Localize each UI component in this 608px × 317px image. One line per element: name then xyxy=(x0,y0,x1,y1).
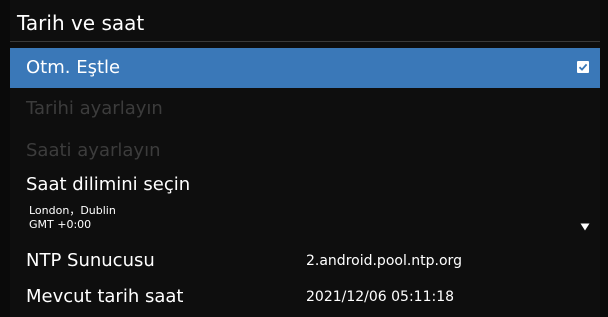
ntp-server-value: 2.android.pool.ntp.org xyxy=(306,253,462,269)
ntp-server-row[interactable]: NTP Sunucusu 2.android.pool.ntp.org xyxy=(10,246,600,276)
dropdown-arrow-icon[interactable] xyxy=(580,216,590,235)
page-title: Tarih ve saat xyxy=(17,11,145,35)
set-time-row[interactable]: Saati ayarlayın xyxy=(10,132,600,170)
ntp-server-label: NTP Sunucusu xyxy=(26,250,155,271)
current-datetime-label: Mevcut tarih saat xyxy=(26,286,184,307)
time-zone-city: London，Dublin xyxy=(29,204,116,217)
time-zone-label: Saat dilimini seçin xyxy=(26,174,191,195)
set-date-label: Tarihi ayarlayın xyxy=(26,98,163,119)
auto-sync-label: Otm. Eştle xyxy=(26,57,121,78)
time-zone-offset: GMT +0:00 xyxy=(29,218,92,231)
set-time-label: Saati ayarlayın xyxy=(26,140,161,161)
auto-sync-row[interactable]: Otm. Eştle xyxy=(10,48,600,88)
set-date-row[interactable]: Tarihi ayarlayın xyxy=(10,90,600,128)
current-datetime-value: 2021/12/06 05:11:18 xyxy=(306,289,455,305)
checkbox-checked-icon[interactable] xyxy=(577,61,589,73)
title-divider xyxy=(10,41,600,42)
current-datetime-row: Mevcut tarih saat 2021/12/06 05:11:18 xyxy=(10,282,600,312)
time-zone-row[interactable]: Saat dilimini seçin London，Dublin GMT +0… xyxy=(10,170,600,240)
